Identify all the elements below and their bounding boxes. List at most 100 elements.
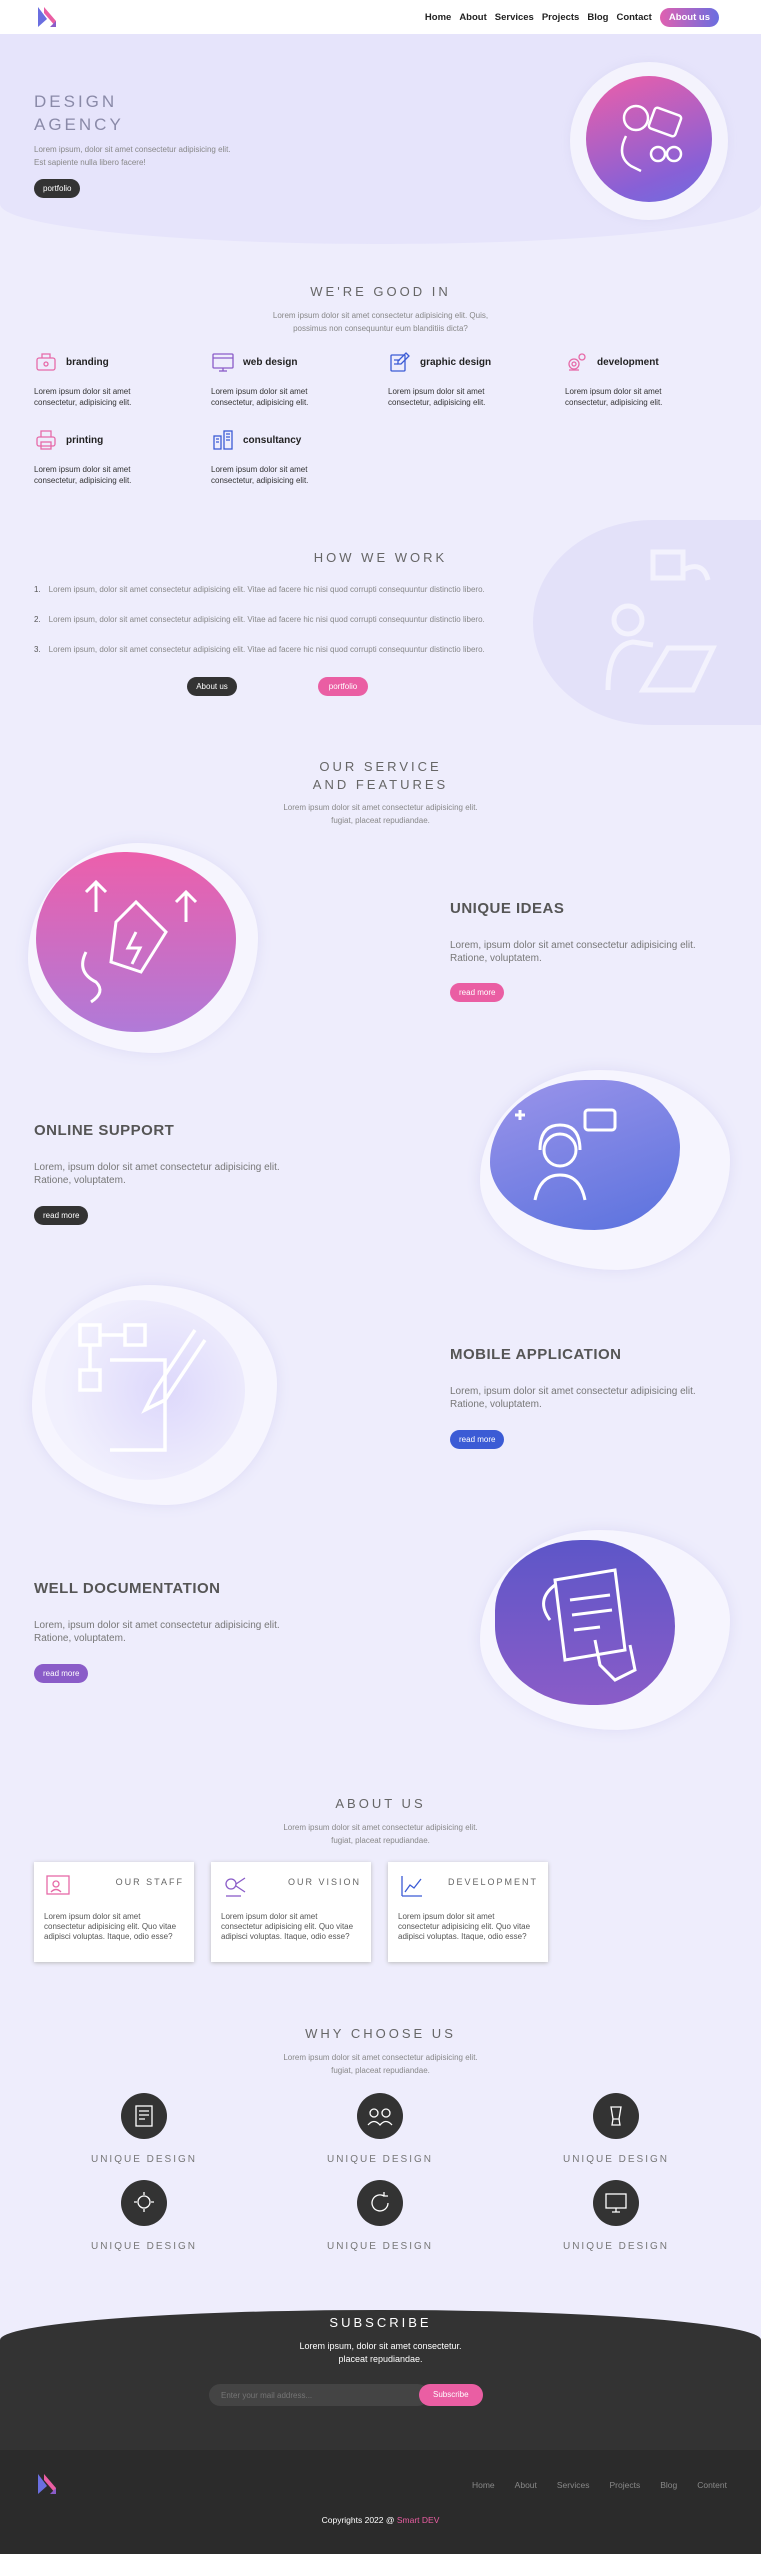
feature-2-read-more[interactable]: read more bbox=[34, 1206, 89, 1225]
footer-logo-icon[interactable] bbox=[36, 2472, 58, 2496]
design-tools-icon bbox=[135, 2105, 153, 2127]
feature-3-read-more[interactable]: read more bbox=[450, 1430, 505, 1449]
nav-contact[interactable]: Contact bbox=[616, 12, 651, 23]
branding-icon bbox=[36, 353, 56, 371]
footer-about[interactable]: About bbox=[515, 2480, 537, 2490]
development-chart-icon bbox=[401, 1876, 422, 1897]
graphic-design-icon bbox=[390, 352, 410, 372]
footer-projects[interactable]: Projects bbox=[609, 2480, 640, 2490]
feature-1-read-more[interactable]: read more bbox=[450, 983, 505, 1002]
service-printing[interactable]: printing Lorem ipsum dolor sit amet cons… bbox=[34, 428, 154, 486]
subscribe-button[interactable]: Subscribe bbox=[419, 2384, 483, 2406]
why-label-3: UNIQUE DESIGN bbox=[562, 2154, 669, 2165]
why-label-4: UNIQUE DESIGN bbox=[90, 2241, 197, 2252]
nav-services[interactable]: Services bbox=[495, 12, 534, 23]
feature-4-text: Lorem, ipsum dolor sit amet consectetur … bbox=[34, 1620, 280, 1644]
nav-blog[interactable]: Blog bbox=[587, 12, 608, 23]
service-web-design[interactable]: web design Lorem ipsum dolor sit amet co… bbox=[211, 350, 331, 408]
service-development[interactable]: development Lorem ipsum dolor sit amet c… bbox=[565, 350, 685, 408]
why-label-5: UNIQUE DESIGN bbox=[326, 2241, 433, 2252]
feature-3-image bbox=[45, 1300, 245, 1480]
footer-home[interactable]: Home bbox=[472, 2480, 495, 2490]
printing-icon bbox=[36, 430, 56, 450]
how-about-us-button[interactable]: About us bbox=[187, 677, 237, 696]
vision-icon bbox=[225, 1877, 246, 1897]
about-card-development: DEVELOPMENT Lorem ipsum dolor sit amet c… bbox=[388, 1862, 548, 1962]
feature-1-title: UNIQUE IDEAS bbox=[450, 900, 565, 917]
subscribe-title: SUBSCRIBE bbox=[329, 2315, 432, 2330]
feature-3-title: MOBILE APPLICATION bbox=[450, 1346, 622, 1363]
portfolio-button[interactable]: portfolio bbox=[34, 179, 81, 198]
about-us-button[interactable]: About us bbox=[659, 8, 719, 27]
feature-2-text: Lorem, ipsum dolor sit amet consectetur … bbox=[34, 1162, 280, 1186]
why-label-6: UNIQUE DESIGN bbox=[562, 2241, 669, 2252]
why-icon-4 bbox=[121, 2180, 167, 2226]
refresh-icon bbox=[371, 2192, 389, 2212]
why-icon-6 bbox=[593, 2180, 639, 2226]
feature-2-image bbox=[490, 1080, 680, 1230]
why-label-1: UNIQUE DESIGN bbox=[90, 2154, 197, 2165]
footer-blog[interactable]: Blog bbox=[660, 2480, 677, 2490]
web-design-icon bbox=[212, 353, 234, 372]
settings-badge-icon bbox=[134, 2192, 154, 2212]
subscribe-subtitle: Lorem ipsum, dolor sit amet consectetur.… bbox=[299, 2341, 462, 2364]
feature-4-image bbox=[495, 1540, 675, 1705]
development-icon bbox=[568, 353, 586, 371]
features-subtitle: Lorem ipsum dolor sit amet consectetur a… bbox=[283, 803, 478, 825]
why-icon-5 bbox=[357, 2180, 403, 2226]
footer-services[interactable]: Services bbox=[557, 2480, 590, 2490]
hero-text: Lorem ipsum, dolor sit amet consectetur … bbox=[34, 145, 231, 167]
email-input[interactable] bbox=[209, 2384, 429, 2406]
why-title: WHY CHOOSE US bbox=[305, 2026, 456, 2041]
documentation-icon bbox=[542, 1568, 637, 1682]
how-portfolio-button[interactable]: portfolio bbox=[318, 677, 368, 696]
about-card-vision: OUR VISION Lorem ipsum dolor sit amet co… bbox=[211, 1862, 371, 1962]
feature-2-title: ONLINE SUPPORT bbox=[34, 1122, 175, 1139]
nav-projects[interactable]: Projects bbox=[542, 12, 580, 23]
team-icon bbox=[367, 2108, 393, 2126]
monitor-icon bbox=[605, 2193, 627, 2213]
footer-links: Home About Services Projects Blog Conten… bbox=[472, 2480, 727, 2490]
mobile-design-icon bbox=[78, 1323, 207, 1452]
why-icon-1 bbox=[121, 2093, 167, 2139]
nav-home[interactable]: Home bbox=[425, 12, 451, 23]
navbar: Home About Services Projects Blog Contac… bbox=[0, 0, 761, 34]
about-title: ABOUT US bbox=[335, 1796, 426, 1811]
service-consultancy[interactable]: consultancy Lorem ipsum dolor sit amet c… bbox=[211, 428, 331, 486]
features-title: OUR SERVICE AND FEATURES bbox=[312, 759, 449, 792]
service-branding[interactable]: branding Lorem ipsum dolor sit amet cons… bbox=[34, 350, 154, 408]
hero-title: DESIGN AGENCY bbox=[34, 92, 124, 134]
about-card-staff: OUR STAFF Lorem ipsum dolor sit amet con… bbox=[34, 1862, 194, 1962]
copyright: Copyrights 2022 @ Smart DEV bbox=[321, 2515, 440, 2525]
feature-1-image bbox=[36, 852, 236, 1032]
service-graphic-design[interactable]: graphic design Lorem ipsum dolor sit ame… bbox=[388, 350, 508, 408]
feature-4-title: WELL DOCUMENTATION bbox=[34, 1580, 221, 1597]
how-step-1: 1. Lorem ipsum, dolor sit amet consectetu… bbox=[34, 585, 485, 594]
staff-icon bbox=[46, 1875, 70, 1895]
about-subtitle: Lorem ipsum dolor sit amet consectetur a… bbox=[283, 1823, 478, 1845]
why-icon-2 bbox=[357, 2093, 403, 2139]
how-step-2: 2. Lorem ipsum, dolor sit amet consectetu… bbox=[34, 615, 485, 624]
good-title: WE'RE GOOD IN bbox=[310, 284, 451, 299]
why-icon-3 bbox=[593, 2093, 639, 2139]
support-agent-icon bbox=[515, 1108, 617, 1201]
idea-bulb-icon bbox=[81, 879, 198, 1004]
consultancy-icon bbox=[213, 430, 233, 450]
why-label-2: UNIQUE DESIGN bbox=[326, 2154, 433, 2165]
nav-links: Home About Services Projects Blog Contac… bbox=[425, 8, 719, 27]
how-step-3: 3. Lorem ipsum, dolor sit amet consectetu… bbox=[34, 645, 485, 654]
footer bbox=[0, 2450, 761, 2554]
footer-content[interactable]: Content bbox=[697, 2480, 727, 2490]
nav-about[interactable]: About bbox=[459, 12, 486, 23]
brand-link[interactable]: Smart DEV bbox=[397, 2515, 440, 2525]
feature-4-read-more[interactable]: read more bbox=[34, 1664, 89, 1683]
why-subtitle: Lorem ipsum dolor sit amet consectetur a… bbox=[283, 2053, 478, 2075]
good-subtitle: Lorem ipsum dolor sit amet consectetur a… bbox=[272, 311, 489, 333]
how-title: HOW WE WORK bbox=[313, 550, 448, 565]
designer-icon bbox=[620, 104, 683, 173]
logo-icon[interactable] bbox=[36, 5, 58, 29]
feature-3-text: Lorem, ipsum dolor sit amet consectetur … bbox=[450, 1386, 696, 1410]
feature-1-text: Lorem, ipsum dolor sit amet consectetur … bbox=[450, 940, 696, 964]
award-icon bbox=[610, 2106, 622, 2126]
subscribe-section bbox=[0, 2310, 761, 2450]
